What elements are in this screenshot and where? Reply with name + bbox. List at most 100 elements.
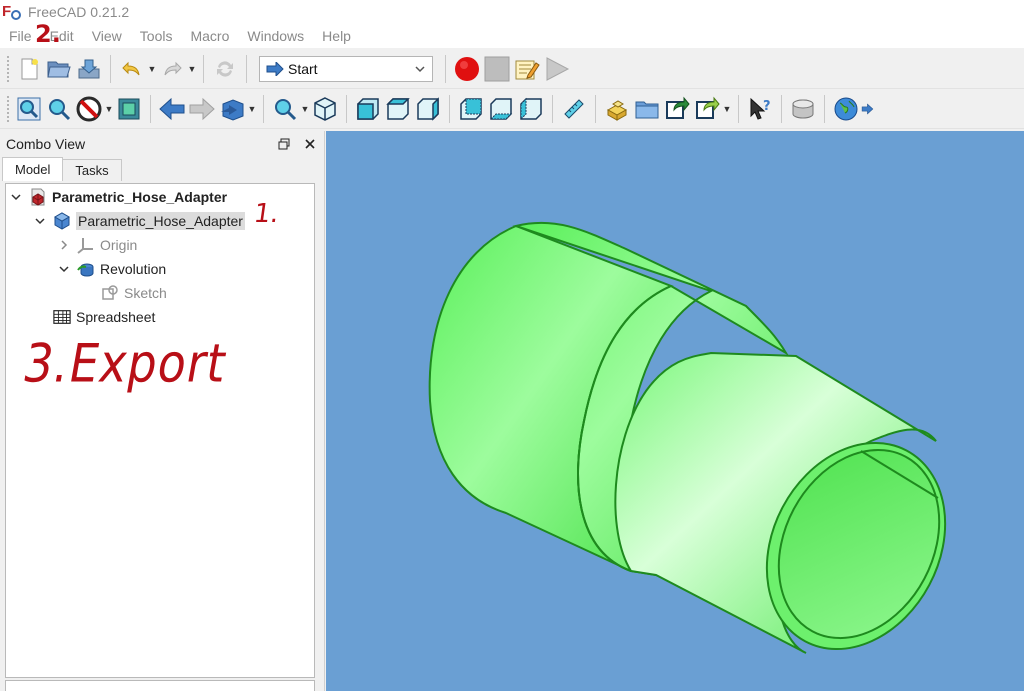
new-document-icon <box>21 58 38 79</box>
menu-view[interactable]: View <box>83 24 131 48</box>
toolbar-grip[interactable] <box>6 54 10 83</box>
whats-this-button[interactable]: ? <box>745 94 775 124</box>
macro-record-button[interactable] <box>452 54 482 84</box>
right-view-button[interactable] <box>413 94 443 124</box>
create-group-button[interactable] <box>632 94 662 124</box>
front-view-button[interactable] <box>353 94 383 124</box>
3d-viewport[interactable] <box>326 131 1024 691</box>
tree-item-document[interactable]: Parametric_Hose_Adapter <box>9 186 227 208</box>
tree-item-sketch[interactable]: Sketch <box>101 282 167 304</box>
undo-button[interactable] <box>117 54 147 84</box>
measure-button[interactable] <box>559 94 589 124</box>
bottom-view-button[interactable] <box>486 94 516 124</box>
macro-edit-button[interactable] <box>512 54 542 84</box>
sketch-label: Sketch <box>124 285 167 301</box>
macro-stop-button[interactable] <box>482 54 512 84</box>
bounding-box-icon <box>118 98 140 119</box>
tab-tasks[interactable]: Tasks <box>62 159 122 181</box>
workbench-selector[interactable]: Start <box>259 55 433 82</box>
annotation-step-2: 2. <box>35 20 61 48</box>
open-folder-icon <box>47 61 71 77</box>
sync-view-dropdown[interactable]: ▼ <box>247 94 257 124</box>
part-icon <box>606 99 628 121</box>
collapse-icon[interactable] <box>9 190 23 204</box>
close-panel-button[interactable] <box>302 136 318 152</box>
toolbar-separator <box>781 94 782 123</box>
rear-view-button[interactable] <box>456 94 486 124</box>
bounding-box-button[interactable] <box>114 94 144 124</box>
macro-edit-icon <box>515 60 540 79</box>
new-document-button[interactable] <box>14 54 44 84</box>
expand-icon[interactable] <box>57 238 71 252</box>
menu-help[interactable]: Help <box>313 24 360 48</box>
combo-view-tabs: Model Tasks <box>0 157 324 181</box>
body-icon <box>53 212 71 230</box>
tree-item-origin[interactable]: Origin <box>57 234 137 256</box>
menu-macro[interactable]: Macro <box>181 24 238 48</box>
collapse-icon[interactable] <box>33 214 47 228</box>
fit-all-button[interactable] <box>14 94 44 124</box>
refresh-button[interactable] <box>210 54 240 84</box>
zoom-icon <box>275 98 297 120</box>
title-bar: F FreeCAD 0.21.2 <box>0 0 1024 24</box>
refresh-icon <box>217 60 233 77</box>
undock-button[interactable] <box>276 136 292 152</box>
draw-style-button[interactable] <box>74 94 104 124</box>
combo-view-header: Combo View <box>0 131 324 157</box>
toolbar-separator <box>445 54 446 83</box>
folder-icon <box>635 101 659 118</box>
freecad-logo-icon: F <box>2 3 22 21</box>
chevron-down-icon <box>415 65 425 72</box>
toolbar-separator <box>150 94 151 123</box>
fit-selection-icon <box>49 98 71 120</box>
redo-dropdown[interactable]: ▼ <box>187 54 197 84</box>
sync-view-icon <box>221 98 244 121</box>
origin-axes-icon <box>77 236 95 254</box>
record-icon <box>455 56 479 81</box>
open-button[interactable] <box>44 54 74 84</box>
macro-run-button[interactable] <box>542 54 572 84</box>
undo-dropdown[interactable]: ▼ <box>147 54 157 84</box>
zoom-button[interactable] <box>270 94 300 124</box>
arrow-right-icon <box>189 97 215 120</box>
isometric-view-button[interactable] <box>310 94 340 124</box>
top-view-icon <box>386 97 410 120</box>
no-entry-icon <box>76 96 102 121</box>
create-link-button[interactable] <box>662 94 692 124</box>
left-view-button[interactable] <box>516 94 546 124</box>
fit-selection-button[interactable] <box>44 94 74 124</box>
web-navigate-button[interactable] <box>861 94 875 124</box>
workbench-part-button[interactable] <box>788 94 818 124</box>
zoom-dropdown[interactable]: ▼ <box>300 94 310 124</box>
body-label: Parametric_Hose_Adapter <box>76 212 245 230</box>
view-forward-button[interactable] <box>187 94 217 124</box>
revolution-icon <box>77 260 95 278</box>
top-view-button[interactable] <box>383 94 413 124</box>
stop-icon <box>484 56 510 81</box>
save-button[interactable] <box>74 54 104 84</box>
view-back-button[interactable] <box>157 94 187 124</box>
collapse-icon[interactable] <box>57 262 71 276</box>
sync-view-button[interactable] <box>217 94 247 124</box>
bottom-view-icon <box>489 97 513 120</box>
web-button[interactable] <box>831 94 861 124</box>
property-panel-edge <box>5 680 315 691</box>
tree-item-body[interactable]: Parametric_Hose_Adapter <box>33 210 245 232</box>
tree-item-spreadsheet[interactable]: Spreadsheet <box>53 306 155 328</box>
draw-style-dropdown[interactable]: ▼ <box>104 94 114 124</box>
view-toolbar: ▼ ▼ ▼ ▼ ? <box>0 89 1024 129</box>
link-actions-dropdown[interactable]: ▼ <box>722 94 732 124</box>
spreadsheet-label: Spreadsheet <box>76 309 156 325</box>
menu-tools[interactable]: Tools <box>131 24 182 48</box>
menu-windows[interactable]: Windows <box>238 24 313 48</box>
redo-button[interactable] <box>157 54 187 84</box>
create-part-button[interactable] <box>602 94 632 124</box>
tab-model[interactable]: Model <box>2 157 64 181</box>
undock-icon <box>278 138 290 150</box>
link-actions-button[interactable] <box>692 94 722 124</box>
menu-bar: File Edit View Tools Macro Windows Help <box>0 24 1024 48</box>
front-view-icon <box>357 97 379 120</box>
file-toolbar: ▼ ▼ Start <box>0 49 1024 89</box>
toolbar-grip[interactable] <box>6 94 10 123</box>
tree-item-revolution[interactable]: Revolution <box>57 258 166 280</box>
